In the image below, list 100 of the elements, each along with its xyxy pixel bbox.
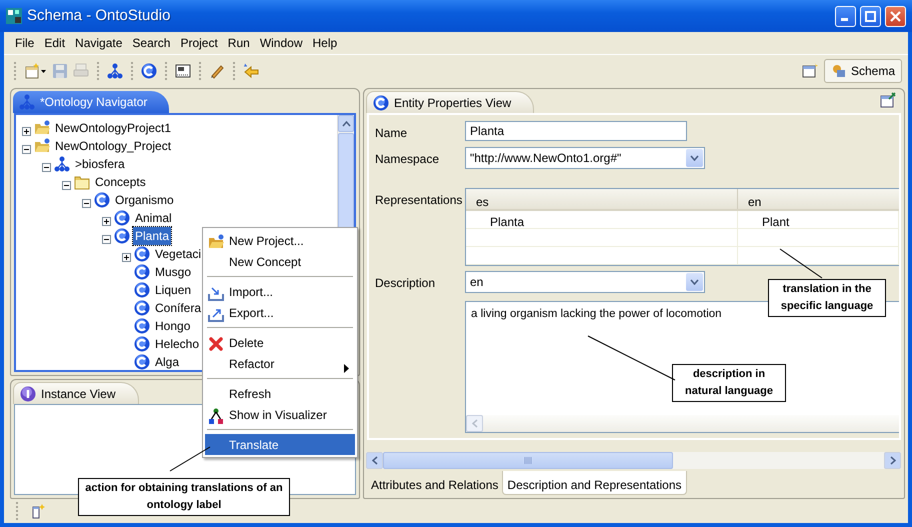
schema-icon — [830, 62, 847, 78]
table-cell: Plant — [738, 211, 899, 228]
instance-icon — [20, 386, 36, 402]
leader-line — [780, 248, 822, 278]
table-cell: Planta — [466, 211, 738, 228]
menu-item[interactable]: New Concept — [205, 251, 355, 272]
expand-toggle[interactable] — [62, 180, 71, 190]
menu-item[interactable]: Delete — [205, 332, 355, 353]
folder-icon — [74, 174, 90, 190]
view-tab[interactable]: Entity Properties View — [366, 91, 534, 113]
menu-item[interactable]: File — [10, 34, 40, 52]
pen-icon[interactable] — [209, 62, 225, 78]
field-label: Description — [375, 275, 436, 292]
tree-item[interactable]: Liquen — [153, 281, 194, 299]
expand-toggle[interactable] — [22, 144, 31, 154]
hierarchy-icon — [54, 156, 70, 172]
field-label: Namespace — [375, 151, 440, 168]
menu-item[interactable]: Export... — [205, 302, 355, 323]
menu-item[interactable]: Run — [222, 34, 255, 52]
menu-item[interactable]: Import... — [205, 281, 355, 302]
graph-icon — [208, 408, 224, 424]
submenu-arrow-icon — [344, 364, 349, 374]
concept-icon — [373, 94, 389, 110]
column-header[interactable]: es — [466, 189, 738, 209]
view-tab[interactable]: *Ontology Navigator — [13, 91, 170, 113]
tree-item[interactable]: NewOntology_Project — [53, 137, 174, 155]
concept-icon — [114, 228, 130, 244]
concept-icon — [134, 300, 150, 316]
perspective-button[interactable]: Schema — [824, 58, 902, 82]
pin-icon[interactable] — [880, 92, 896, 108]
tree-item[interactable]: Concepts — [93, 173, 148, 191]
field-label: Name — [375, 125, 408, 142]
column-header[interactable]: en — [738, 189, 762, 209]
hierarchy-icon[interactable] — [107, 62, 123, 78]
tab[interactable]: Attributes and Relations — [367, 471, 502, 495]
concept-icon — [134, 264, 150, 280]
concept-icon[interactable] — [141, 62, 157, 78]
concept-icon — [134, 246, 150, 262]
menu-item[interactable]: Translate — [205, 434, 355, 455]
tree-item[interactable]: NewOntologyProject1 — [53, 119, 174, 137]
menu-item[interactable]: Help — [308, 34, 342, 52]
document-icon[interactable] — [175, 62, 191, 78]
tree-item[interactable]: Hongo — [153, 317, 192, 335]
hierarchy-icon — [19, 94, 35, 110]
view-tab[interactable]: Instance View — [13, 382, 138, 404]
concept-icon — [134, 318, 150, 334]
expand-toggle[interactable] — [102, 234, 111, 244]
expand-toggle[interactable] — [22, 126, 31, 136]
concept-icon — [134, 282, 150, 298]
delete-icon — [208, 336, 224, 352]
callout: description in natural language — [672, 364, 786, 402]
tree-item[interactable]: Animal — [133, 209, 174, 227]
open-perspective-icon[interactable] — [802, 62, 818, 78]
expand-toggle[interactable] — [42, 162, 51, 172]
leader-line — [170, 446, 210, 472]
scroll-right-icon[interactable] — [890, 456, 896, 465]
menu-item[interactable]: Navigate — [70, 34, 128, 52]
tree-item[interactable]: Organismo — [113, 191, 176, 209]
expand-toggle[interactable] — [102, 216, 111, 226]
menu-item[interactable]: Project — [175, 34, 223, 52]
tree-item[interactable]: Conífera — [153, 299, 204, 317]
close-icon[interactable] — [890, 10, 901, 22]
scrollbar-thumb[interactable] — [383, 452, 673, 469]
import-icon — [208, 284, 224, 301]
tab[interactable]: Description and Representations — [502, 471, 687, 495]
menu-item[interactable]: Edit — [39, 34, 70, 52]
dropdown[interactable]: en — [465, 271, 705, 293]
folder-icon — [208, 234, 224, 250]
project-folder-icon — [34, 120, 50, 136]
tree-item[interactable]: Helecho — [153, 335, 202, 353]
tree-item[interactable]: Planta — [133, 227, 172, 245]
scroll-up-icon[interactable] — [342, 120, 350, 126]
dropdown[interactable]: "http://www.NewOnto1.org#" — [465, 147, 705, 169]
concept-icon — [114, 210, 130, 226]
menu-item[interactable]: Window — [254, 34, 308, 52]
app-icon — [6, 8, 22, 24]
menu-item[interactable]: New Project... — [205, 230, 355, 251]
menu-item[interactable]: Refactor — [205, 353, 355, 374]
project-folder-icon — [34, 138, 50, 154]
name-field[interactable]: Planta — [465, 121, 687, 141]
tree-item[interactable]: >biosfera — [73, 155, 127, 173]
back-arrow-icon[interactable] — [243, 62, 259, 78]
new-file-icon[interactable] — [24, 62, 40, 78]
concept-icon — [134, 336, 150, 352]
maximize-icon[interactable] — [865, 10, 876, 22]
tree-item[interactable]: Alga — [153, 353, 182, 370]
callout: translation in the specific language — [768, 279, 886, 317]
menu-item[interactable]: Search — [127, 34, 176, 52]
tree-item[interactable]: Vegetaci — [153, 245, 204, 263]
scroll-left-icon[interactable] — [372, 456, 378, 465]
window-title: Schema - OntoStudio — [27, 6, 170, 26]
tree-item[interactable]: Musgo — [153, 263, 194, 281]
menu-item[interactable]: Show in Visualizer — [205, 404, 355, 425]
concept-icon — [94, 192, 110, 208]
expand-toggle[interactable] — [122, 252, 131, 262]
expand-toggle[interactable] — [82, 198, 91, 208]
callout: action for obtaining translations of an ontology label — [78, 478, 290, 516]
menu-item[interactable]: Refresh — [205, 383, 355, 404]
field-label: Representations — [375, 192, 464, 209]
fast-view-icon[interactable] — [30, 503, 46, 519]
